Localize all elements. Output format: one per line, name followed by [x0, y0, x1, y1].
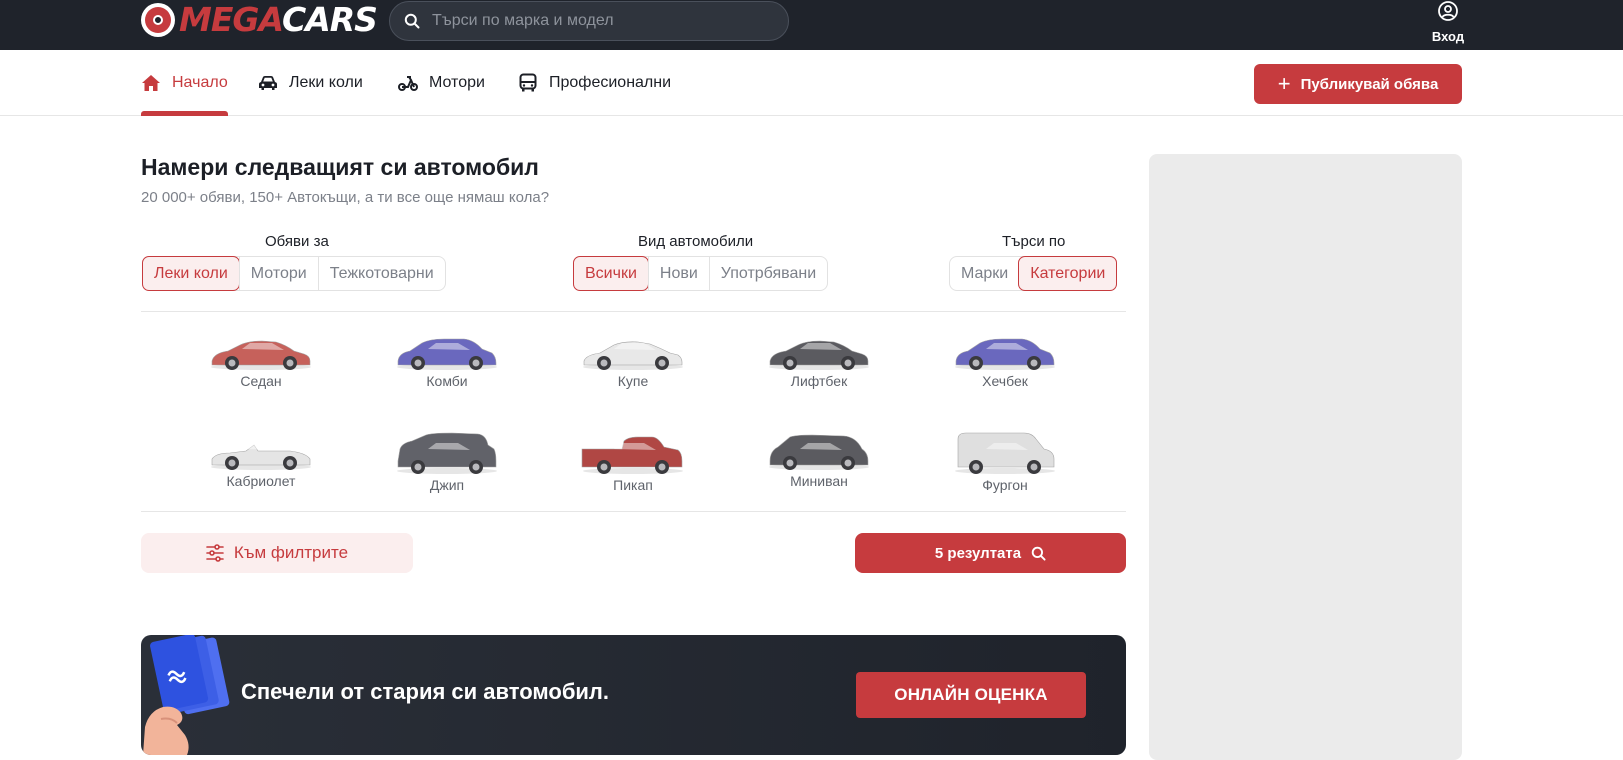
group-label-listing-type: Обяви за: [265, 233, 329, 250]
option-brands[interactable]: Марки: [950, 257, 1019, 290]
cash-in-hand-illustration: [143, 635, 230, 755]
user-circle-icon: [1438, 1, 1458, 21]
main-nav: Начало Леки коли Мотори Професионални + …: [0, 50, 1623, 116]
option-used[interactable]: Употрбявани: [708, 257, 827, 290]
ad-placeholder: [1149, 154, 1462, 760]
banner-text: Спечели от стария си автомобил.: [241, 679, 610, 704]
to-filters-label: Към филтрите: [233, 543, 349, 562]
vehicle-hatch-image: [397, 338, 497, 370]
search-icon: [1031, 546, 1046, 561]
publish-ad-button[interactable]: + Публикувай обява: [1254, 64, 1462, 104]
option-motors[interactable]: Мотори: [238, 257, 318, 290]
category-label: Купе: [617, 373, 649, 389]
login-button[interactable]: Вход: [1428, 0, 1468, 44]
logo-mega-text: MEGA: [179, 0, 283, 39]
vehicle-hatch-image: [955, 338, 1055, 370]
vehicle-sedan-image: [211, 340, 311, 370]
vehicle-van-image: [955, 432, 1055, 474]
group-label-vehicle-condition: Вид автомобили: [638, 233, 754, 250]
plus-icon: +: [1277, 71, 1291, 96]
category-item[interactable]: Хечбек: [945, 327, 1065, 389]
option-trucks[interactable]: Тежкотоварни: [317, 257, 445, 290]
vehicle-minivan-image: [769, 434, 869, 470]
option-categories[interactable]: Категории: [1018, 256, 1118, 291]
category-label: Седан: [240, 373, 282, 389]
nav-item-label: Мотори: [429, 74, 485, 91]
category-item[interactable]: Фургон: [945, 427, 1065, 493]
nav-item-cars[interactable]: Леки коли: [258, 50, 363, 116]
category-item[interactable]: Комби: [387, 327, 507, 389]
login-label: Вход: [1431, 29, 1465, 44]
vehicle-sedan-image: [769, 340, 869, 370]
category-item[interactable]: Купе: [573, 327, 693, 389]
category-label: Миниван: [790, 473, 848, 489]
home-icon: [141, 74, 161, 92]
nav-item-professional[interactable]: Професионални: [518, 50, 671, 116]
category-item[interactable]: Лифтбек: [759, 327, 879, 389]
category-label: Лифтбек: [790, 373, 848, 389]
megacars-logo[interactable]: MEGACARS: [141, 0, 378, 39]
publish-ad-label: Публикувай обява: [1300, 75, 1439, 93]
category-item[interactable]: Миниван: [759, 427, 879, 489]
category-label: Комби: [426, 373, 468, 389]
nav-item-label: Леки коли: [289, 74, 363, 91]
to-filters-button[interactable]: Към филтрите: [141, 533, 413, 573]
category-label: Кабриолет: [226, 473, 296, 489]
option-cars[interactable]: Леки коли: [142, 256, 240, 291]
nav-item-motors[interactable]: Мотори: [398, 50, 485, 116]
results-label: 5 резултата: [934, 544, 1022, 562]
page-subtitle: 20 000+ обяви, 150+ Автокъщи, а ти все о…: [141, 189, 550, 206]
sliders-icon: [206, 544, 224, 562]
vehicle-coupe-image: [583, 341, 683, 370]
option-all[interactable]: Всички: [573, 256, 649, 291]
vehicle-condition-selector: Всички Нови Употрбявани: [573, 256, 829, 291]
category-item[interactable]: Джип: [387, 427, 507, 493]
option-new[interactable]: Нови: [647, 257, 709, 290]
vehicle-cabrio-image: [211, 443, 311, 470]
category-item[interactable]: Кабриолет: [201, 427, 321, 489]
show-results-button[interactable]: 5 резултата: [855, 533, 1126, 573]
category-item[interactable]: Пикап: [573, 427, 693, 493]
search-input[interactable]: [432, 12, 762, 30]
category-label: Фургон: [982, 477, 1028, 493]
nav-item-label: Начало: [172, 74, 228, 91]
logo-text: MEGACARS: [179, 0, 378, 39]
trade-in-banner: Спечели от стария си автомобил. ОНЛАЙН О…: [141, 635, 1126, 755]
divider: [141, 511, 1126, 512]
category-label: Хечбек: [982, 373, 1028, 389]
logo-badge-icon: [141, 3, 175, 37]
category-label: Пикап: [613, 477, 653, 493]
top-bar: MEGACARS Вход: [0, 0, 1623, 50]
category-label: Джип: [429, 477, 465, 493]
category-item[interactable]: Седан: [201, 327, 321, 389]
search-bar[interactable]: [389, 1, 789, 41]
nav-item-home[interactable]: Начало: [141, 50, 228, 116]
vehicle-pickup-image: [581, 436, 683, 474]
search-icon: [404, 13, 420, 29]
online-valuation-button[interactable]: ОНЛАЙН ОЦЕНКА: [856, 672, 1086, 718]
page-title: Намери следващият си автомобил: [141, 154, 539, 180]
bus-icon: [518, 73, 538, 93]
logo-cars-text: CARS: [282, 0, 378, 39]
nav-item-label: Професионални: [549, 74, 672, 91]
car-icon: [258, 74, 278, 92]
scooter-icon: [398, 74, 418, 92]
divider: [141, 311, 1126, 312]
group-label-search-by: Търси по: [1002, 233, 1066, 250]
vehicle-suv-image: [397, 432, 497, 474]
listing-type-selector: Леки коли Мотори Тежкотоварни: [142, 256, 446, 291]
search-by-selector: Марки Категории: [949, 256, 1118, 291]
